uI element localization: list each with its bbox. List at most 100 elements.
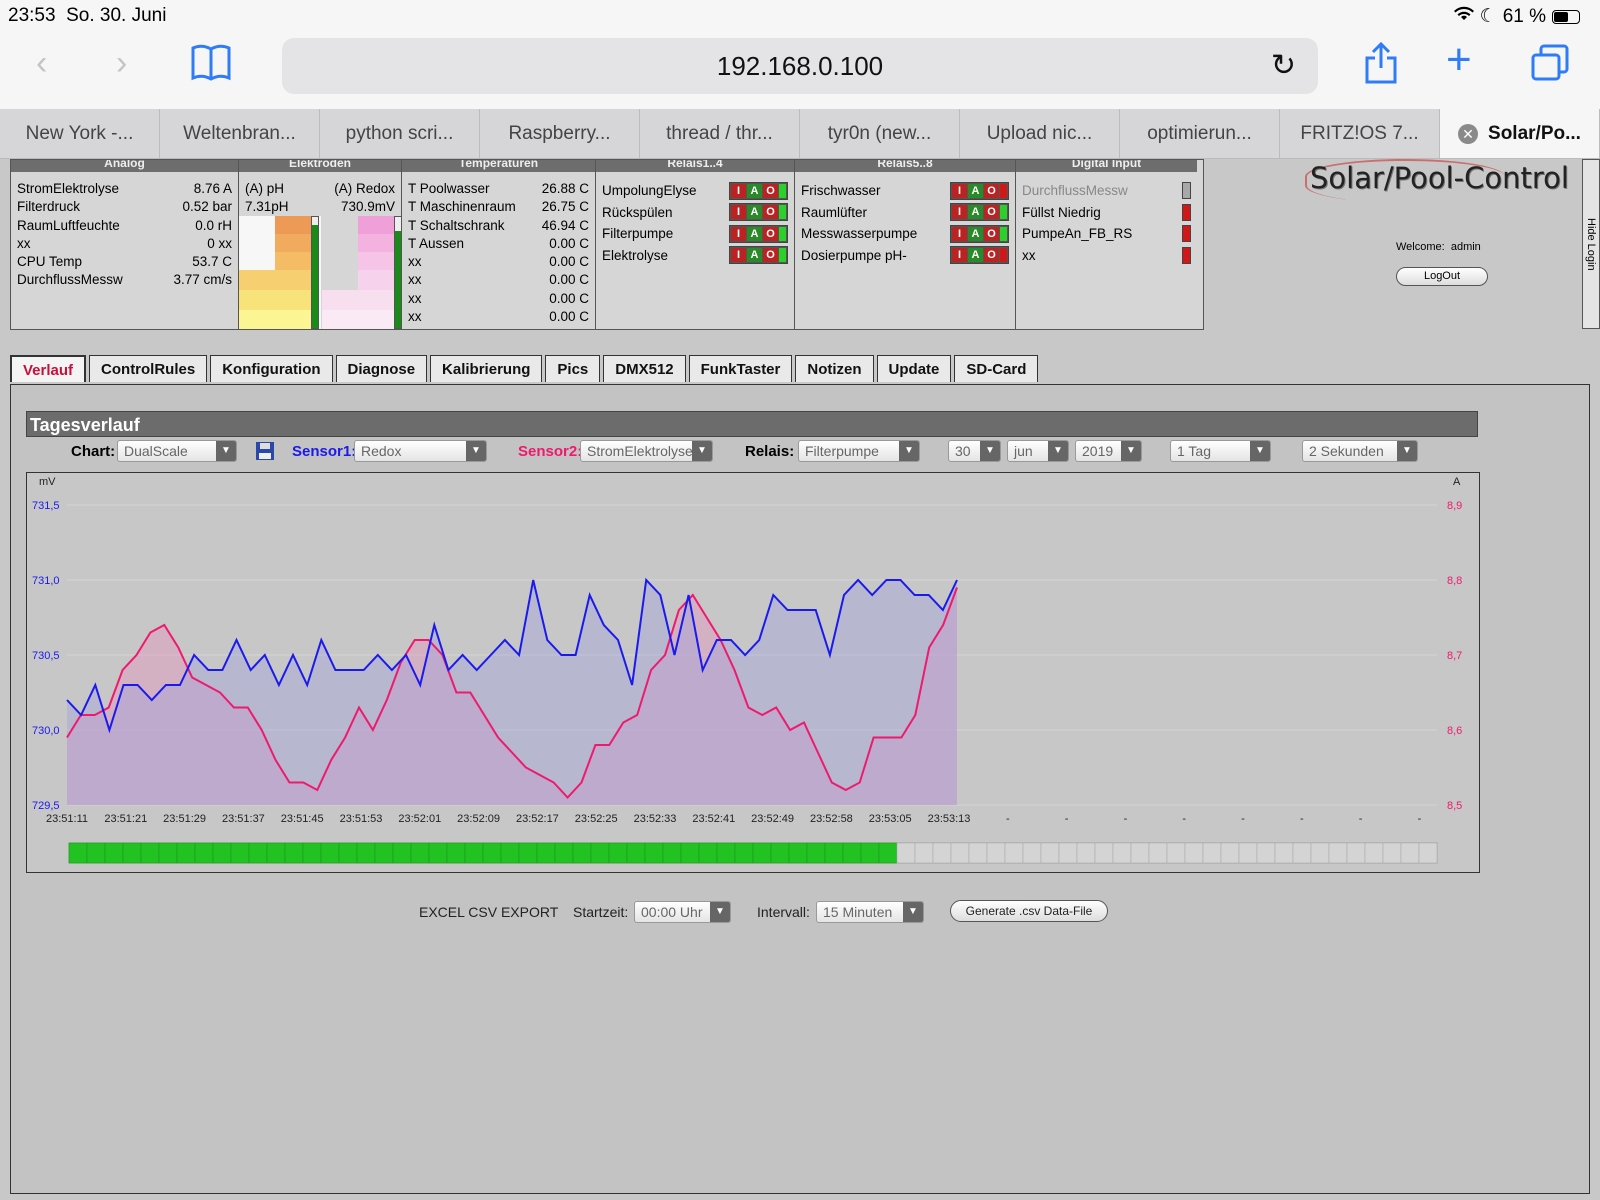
tab-funktaster[interactable]: FunkTaster bbox=[688, 355, 793, 382]
digital-input-led bbox=[1182, 203, 1191, 221]
iao-button-i[interactable]: I bbox=[731, 226, 746, 241]
month-select[interactable]: jun bbox=[1007, 440, 1069, 462]
logout-button[interactable]: LogOut bbox=[1396, 267, 1488, 286]
iao-button-o[interactable]: O bbox=[984, 226, 999, 241]
reload-icon[interactable]: ↻ bbox=[1271, 38, 1296, 94]
x-tick-label: 23:52:09 bbox=[457, 813, 500, 825]
progress-cell bbox=[500, 842, 520, 864]
tab-sd-card[interactable]: SD-Card bbox=[954, 355, 1039, 382]
browser-tab[interactable]: Weltenbran... bbox=[160, 109, 320, 158]
digital-input-row: Füllst Niedrig bbox=[1016, 202, 1197, 224]
browser-tab[interactable]: python scri... bbox=[320, 109, 480, 158]
progress-cell bbox=[1220, 842, 1240, 864]
iao-button-i[interactable]: I bbox=[731, 205, 746, 220]
iao-button-o[interactable]: O bbox=[763, 205, 778, 220]
iao-button-o[interactable]: O bbox=[763, 248, 778, 263]
iao-button-a[interactable]: A bbox=[747, 205, 762, 220]
progress-cell bbox=[1292, 842, 1312, 864]
iao-button-a[interactable]: A bbox=[968, 183, 983, 198]
digital-input-label: xx bbox=[1022, 247, 1036, 263]
x-tick-label: 23:53:05 bbox=[869, 813, 912, 825]
progress-cell bbox=[248, 842, 268, 864]
progress-cell bbox=[1058, 842, 1078, 864]
iao-button-a[interactable]: A bbox=[747, 226, 762, 241]
tab-konfiguration[interactable]: Konfiguration bbox=[210, 355, 333, 382]
progress-cell bbox=[1094, 842, 1114, 864]
tabs-overview-icon[interactable] bbox=[1530, 44, 1570, 88]
iao-button-a[interactable]: A bbox=[747, 248, 762, 263]
iao-button-o[interactable]: O bbox=[763, 226, 778, 241]
relais-label: Elektrolyse bbox=[602, 247, 669, 263]
progress-cell bbox=[482, 842, 502, 864]
iao-button-a[interactable]: A bbox=[968, 248, 983, 263]
tab-notizen[interactable]: Notizen bbox=[795, 355, 874, 382]
iao-button-o[interactable]: O bbox=[984, 205, 999, 220]
csv-interval-select[interactable]: 15 Minuten bbox=[816, 901, 924, 923]
temp-row-value: 0.00 C bbox=[549, 254, 589, 270]
browser-tab[interactable]: Raspberry... bbox=[480, 109, 640, 158]
progress-cell bbox=[1148, 842, 1168, 864]
browser-tab[interactable]: Upload nic... bbox=[960, 109, 1120, 158]
progress-cell bbox=[122, 842, 142, 864]
iao-button-i[interactable]: I bbox=[952, 248, 967, 263]
chart-type-select[interactable]: DualScale bbox=[117, 440, 237, 462]
forward-icon[interactable]: › bbox=[116, 46, 127, 80]
tab-verlauf[interactable]: Verlauf bbox=[10, 355, 87, 382]
progress-cell bbox=[1076, 842, 1096, 864]
tab-pics[interactable]: Pics bbox=[545, 355, 601, 382]
browser-tab[interactable]: tyr0n (new... bbox=[800, 109, 960, 158]
progress-cell bbox=[266, 842, 286, 864]
csv-start-select[interactable]: 00:00 Uhr bbox=[634, 901, 731, 923]
iao-button-a[interactable]: A bbox=[968, 205, 983, 220]
hide-login-tab[interactable]: Hide Login bbox=[1582, 159, 1600, 329]
tab-diagnose[interactable]: Diagnose bbox=[335, 355, 428, 382]
interval-select[interactable]: 2 Sekunden bbox=[1302, 440, 1418, 462]
relais-row: Raumlüfter I A O bbox=[795, 202, 1015, 224]
web-content: Analog StromElektrolyse 8.76 A Filterdruck… bbox=[0, 159, 1600, 1200]
digital-input-title: Digital Input bbox=[1016, 160, 1197, 172]
day-select[interactable]: 30 bbox=[948, 440, 1001, 462]
iao-button-i[interactable]: I bbox=[731, 183, 746, 198]
back-icon[interactable]: ‹ bbox=[36, 46, 47, 80]
page-tabs: Verlauf ControlRules Konfiguration Diagnose… bbox=[10, 355, 1039, 382]
relais-select[interactable]: Filterpumpe bbox=[798, 440, 920, 462]
left-tick-label: 731,5 bbox=[32, 500, 60, 512]
sensor1-select[interactable]: Redox bbox=[354, 440, 487, 462]
iao-button-o[interactable]: O bbox=[984, 183, 999, 198]
analog-row-label: RaumLuftfeuchte bbox=[17, 217, 120, 233]
share-icon[interactable] bbox=[1364, 41, 1398, 90]
browser-tab-active[interactable]: ✕ Solar/Po... bbox=[1440, 109, 1600, 158]
iao-button-i[interactable]: I bbox=[952, 205, 967, 220]
iao-switch: IAO bbox=[729, 246, 788, 265]
progress-cell bbox=[1310, 842, 1330, 864]
iao-button-o[interactable]: O bbox=[763, 183, 778, 198]
tab-dmx512[interactable]: DMX512 bbox=[603, 355, 686, 382]
close-tab-icon[interactable]: ✕ bbox=[1458, 123, 1479, 144]
wifi-icon bbox=[1453, 6, 1474, 28]
range-select[interactable]: 1 Tag bbox=[1170, 440, 1271, 462]
iao-button-i[interactable]: I bbox=[952, 183, 967, 198]
browser-tab[interactable]: thread / thr... bbox=[640, 109, 800, 158]
progress-cell bbox=[608, 842, 628, 864]
iao-button-i[interactable]: I bbox=[952, 226, 967, 241]
tab-kalibrierung[interactable]: Kalibrierung bbox=[430, 355, 543, 382]
save-icon[interactable] bbox=[255, 441, 275, 465]
bookmarks-icon[interactable] bbox=[190, 44, 232, 88]
generate-csv-button[interactable]: Generate .csv Data-File bbox=[950, 900, 1108, 922]
iao-button-a[interactable]: A bbox=[747, 183, 762, 198]
address-bar[interactable]: 192.168.0.100 ↻ bbox=[282, 38, 1318, 94]
iao-switch: IAO bbox=[950, 246, 1009, 265]
new-tab-icon[interactable]: + bbox=[1446, 38, 1472, 82]
sensor2-select[interactable]: StromElektrolyse bbox=[580, 440, 713, 462]
year-select[interactable]: 2019 bbox=[1075, 440, 1142, 462]
tab-update[interactable]: Update bbox=[876, 355, 952, 382]
browser-tab[interactable]: FRITZ!OS 7... bbox=[1280, 109, 1440, 158]
logo: Solar/Pool-Control bbox=[1310, 161, 1569, 195]
tab-controlrules[interactable]: ControlRules bbox=[89, 355, 208, 382]
browser-tab[interactable]: optimierun... bbox=[1120, 109, 1280, 158]
iao-button-o[interactable]: O bbox=[984, 248, 999, 263]
browser-tab[interactable]: New York -... bbox=[0, 109, 160, 158]
iao-button-i[interactable]: I bbox=[731, 248, 746, 263]
iao-button-a[interactable]: A bbox=[968, 226, 983, 241]
x-tick-label: - bbox=[1006, 813, 1010, 825]
